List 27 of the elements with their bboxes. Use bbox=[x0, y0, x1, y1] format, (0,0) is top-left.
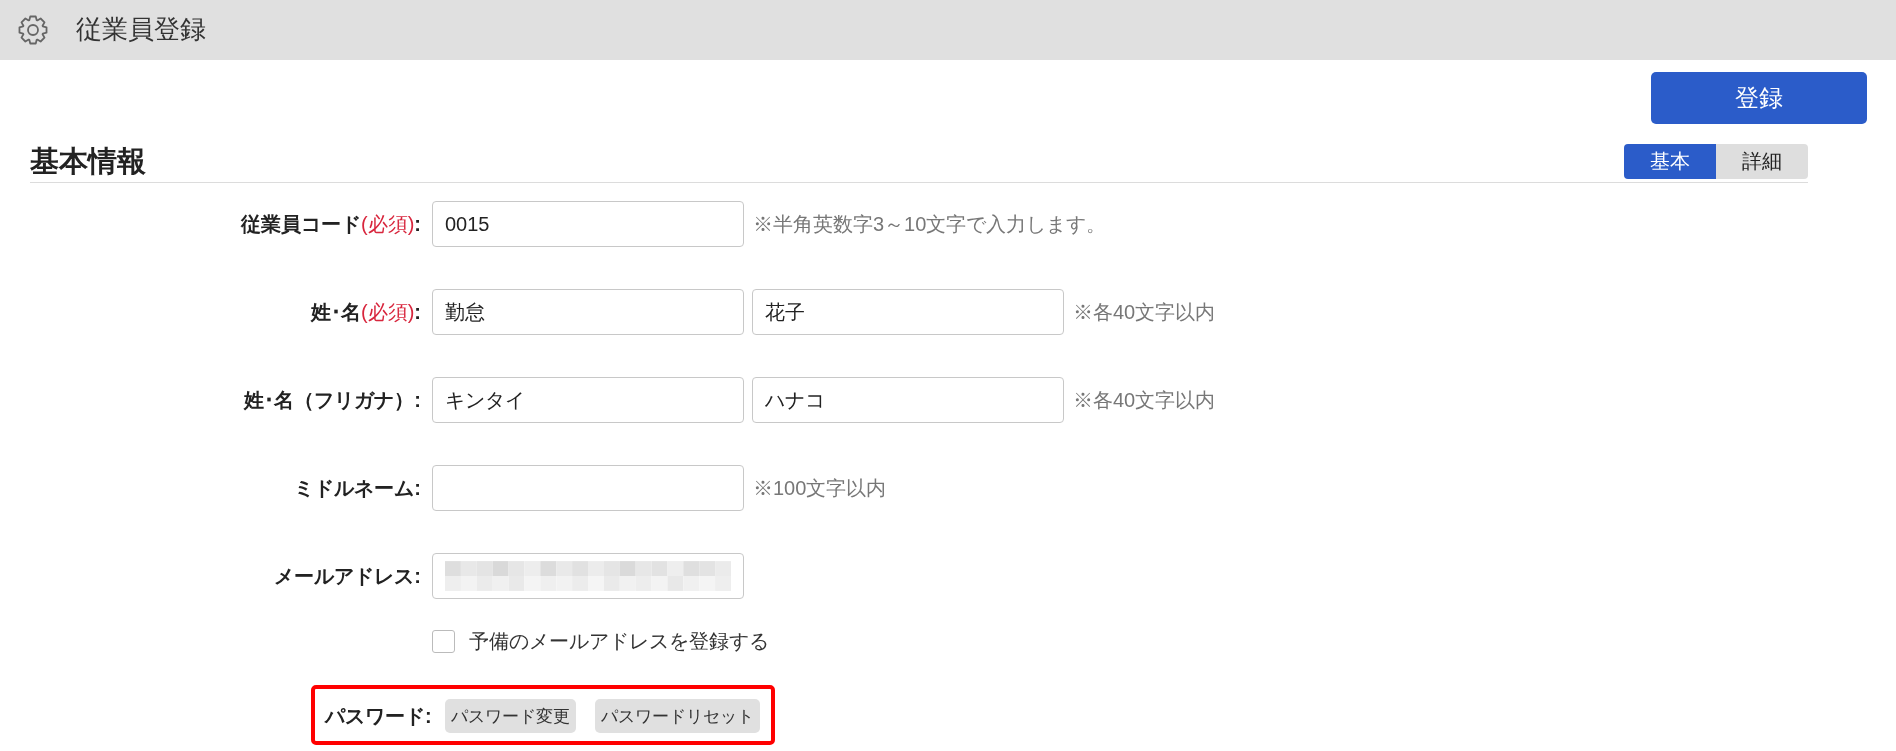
settings-icon[interactable] bbox=[18, 15, 48, 45]
field-label: 従業員コード(必須): bbox=[241, 211, 421, 237]
tab[interactable]: 基本 bbox=[1624, 144, 1716, 179]
input-field[interactable] bbox=[432, 553, 744, 599]
hint-text: ※各40文字以内 bbox=[1073, 299, 1216, 325]
page-title: 従業員登録 bbox=[76, 14, 206, 46]
input-field[interactable]: ハナコ bbox=[752, 377, 1064, 423]
password-button[interactable]: パスワード変更 bbox=[444, 699, 576, 733]
field-label: メールアドレス: bbox=[274, 563, 421, 589]
input-field[interactable] bbox=[432, 465, 744, 511]
hint-text: ※各40文字以内 bbox=[1073, 387, 1216, 413]
field-label: パスワード: bbox=[325, 703, 432, 729]
input-field[interactable]: キンタイ bbox=[432, 377, 744, 423]
field-label: ミドルネーム: bbox=[294, 475, 421, 501]
input-field[interactable]: 0015 bbox=[432, 201, 744, 247]
hint-text: ※半角英数字3～10文字で入力します。 bbox=[753, 211, 1107, 237]
field-label: 姓･名(必須): bbox=[311, 299, 421, 325]
hint-text: ※100文字以内 bbox=[753, 475, 887, 501]
password-button[interactable]: パスワードリセット bbox=[594, 699, 760, 733]
field-label: 姓･名（フリガナ）: bbox=[244, 387, 421, 413]
section-title: 基本情報 bbox=[30, 144, 146, 179]
checkbox[interactable] bbox=[432, 629, 455, 653]
tab[interactable]: 詳細 bbox=[1716, 144, 1808, 179]
input-field[interactable]: 花子 bbox=[752, 289, 1064, 335]
checkbox-label[interactable]: 予備のメールアドレスを登録する bbox=[469, 627, 769, 655]
register-button[interactable]: 登録 bbox=[1651, 72, 1867, 124]
input-field[interactable]: 勤怠 bbox=[432, 289, 744, 335]
